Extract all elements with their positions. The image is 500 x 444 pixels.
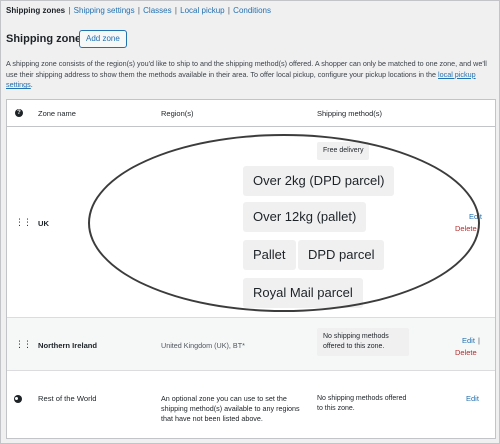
help-icon[interactable]: ? xyxy=(15,109,23,117)
column-header-zone-name: Zone name xyxy=(38,109,76,118)
delete-link[interactable]: Delete xyxy=(455,348,477,357)
subnav-separator: | xyxy=(68,6,71,15)
no-methods-message: No shipping methods offered to this zone… xyxy=(317,328,409,356)
column-header-shipping-methods: Shipping method(s) xyxy=(317,109,383,118)
add-zone-button[interactable]: Add zone xyxy=(79,30,127,48)
subnav-conditions[interactable]: Conditions xyxy=(233,6,271,15)
edit-link[interactable]: Edit xyxy=(462,336,475,345)
settings-panel: Shipping zones | Shipping settings | Cla… xyxy=(0,0,500,444)
description-text: A shipping zone consists of the region(s… xyxy=(6,59,487,79)
subnav-shipping-zones[interactable]: Shipping zones xyxy=(6,6,65,15)
method-pill: DPD parcel xyxy=(298,240,385,270)
table-row-rest-of-world[interactable]: Rest of the World An optional zone you c… xyxy=(7,371,495,439)
delete-link[interactable]: Delete xyxy=(455,224,477,233)
zone-name: Rest of the World xyxy=(38,394,97,403)
no-methods-message: No shipping methods offered to this zone… xyxy=(317,395,407,412)
page-title: Shipping zones xyxy=(6,33,88,45)
description-end: . xyxy=(30,80,33,89)
subnav-separator: | xyxy=(137,6,140,15)
globe-icon xyxy=(14,395,22,403)
edit-link[interactable]: Edit xyxy=(466,394,479,403)
subnav-classes[interactable]: Classes xyxy=(143,6,171,15)
drag-handle-icon[interactable]: ⋮⋮ xyxy=(15,217,32,227)
subnav-shipping-settings[interactable]: Shipping settings xyxy=(74,6,135,15)
page-description: A shipping zone consists of the region(s… xyxy=(6,59,494,91)
table-row-northern-ireland[interactable]: ⋮⋮ Northern Ireland United Kingdom (UK),… xyxy=(7,318,495,371)
subnav-separator: | xyxy=(174,6,177,15)
column-header-regions: Region(s) xyxy=(161,109,194,118)
subnav-local-pickup[interactable]: Local pickup xyxy=(180,6,224,15)
method-pill: Over 2kg (DPD parcel) xyxy=(243,166,395,196)
zone-region: United Kingdom (UK), BT* xyxy=(161,341,245,350)
sub-navigation: Shipping zones | Shipping settings | Cla… xyxy=(6,6,271,15)
zone-name: UK xyxy=(38,219,49,228)
method-pill: Pallet xyxy=(243,240,296,270)
edit-link[interactable]: Edit xyxy=(469,212,482,221)
method-free-delivery: Free delivery xyxy=(317,142,370,160)
method-pill: Over 12kg (pallet) xyxy=(243,202,367,232)
table-header: ? Zone name Region(s) Shipping method(s) xyxy=(7,100,495,127)
zone-region: An optional zone you can use to set the … xyxy=(161,394,300,423)
subnav-separator: | xyxy=(227,6,230,15)
drag-handle-icon[interactable]: ⋮⋮ xyxy=(15,339,32,349)
shipping-zones-table: ? Zone name Region(s) Shipping method(s)… xyxy=(6,99,496,439)
action-separator: | xyxy=(478,336,480,345)
method-pill: Royal Mail parcel xyxy=(243,278,363,308)
table-row-uk[interactable]: ⋮⋮ UK Free delivery Over 2kg (DPD parcel… xyxy=(7,128,495,318)
zone-name: Northern Ireland xyxy=(38,341,98,350)
